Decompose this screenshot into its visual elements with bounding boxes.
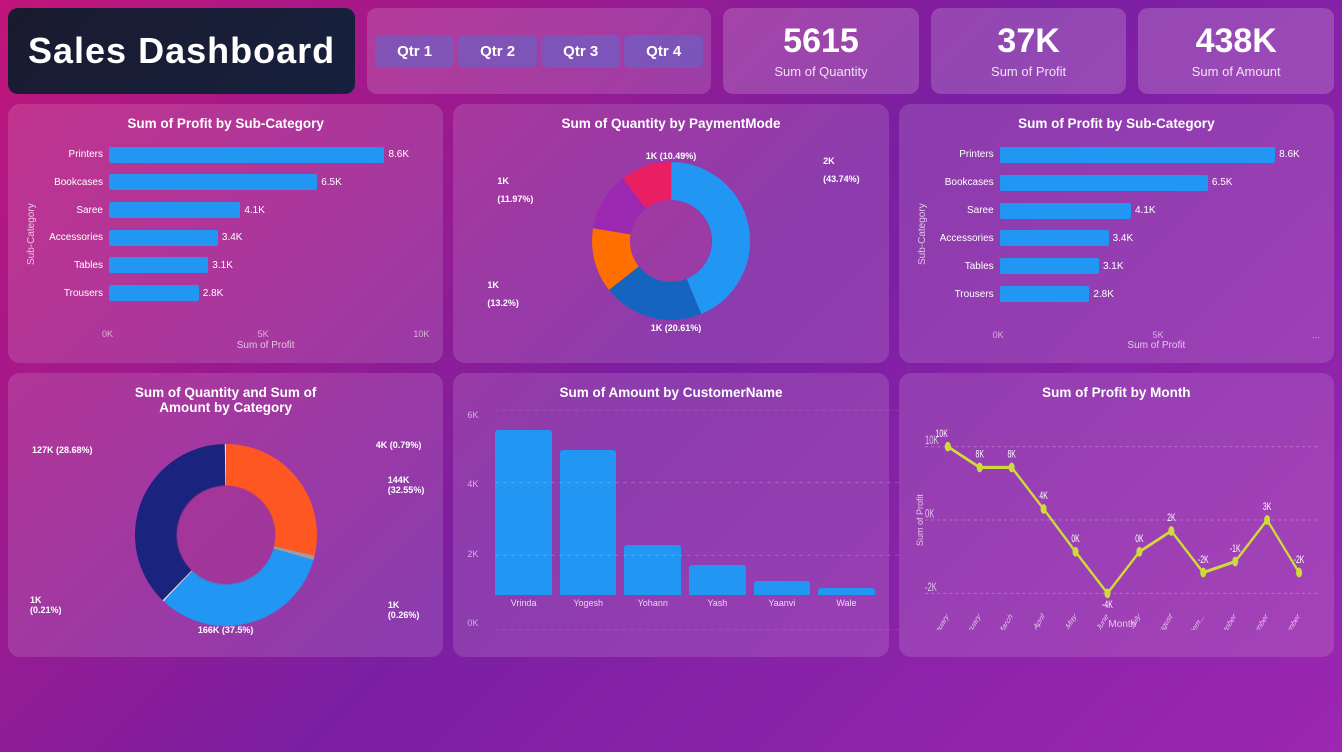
svg-text:-4K: -4K [1102,598,1113,610]
stat-amount: 438K Sum of Amount [1138,8,1334,94]
profit-month-title: Sum of Profit by Month [913,385,1320,400]
amount-customer-card: Sum of Amount by CustomerName 6K 4K 2K 0… [453,373,888,657]
profit-month-chart: Sum of Profit 10K 0K -2K [913,410,1320,630]
line-chart-svg: 10K 0K -2K [925,410,1320,630]
bar-row-saree-left: Saree 4.1K [37,198,429,222]
svg-text:January: January [930,610,951,630]
qtr4-button[interactable]: Qtr 4 [624,35,703,68]
title-box: Sales Dashboard [8,8,355,94]
quarter-filter: Qtr 1 Qtr 2 Qtr 3 Qtr 4 [367,8,711,94]
dashboard-title: Sales Dashboard [28,30,335,72]
profit-subcategory-right-yaxis: Sub-Category [913,141,928,328]
profit-subcategory-right-xaxis: Sum of Profit [993,340,1320,351]
svg-text:-2K: -2K [1293,553,1304,565]
bar-row-bookcases-left: Bookcases 6.5K [37,170,429,194]
stat-amount-value: 438K [1196,23,1277,60]
svg-text:-2K: -2K [1198,553,1209,565]
amount-customer-chart: 6K 4K 2K 0K Vrinda [467,410,874,630]
svg-text:-2K: -2K [925,581,937,594]
profit-subcategory-left-title: Sum of Profit by Sub-Category [22,116,429,131]
svg-text:10K: 10K [935,427,947,439]
gridlines-svg [495,410,902,630]
bar-row-accessories-right: Accessories 3.4K [928,226,1320,250]
profit-subcategory-left-yaxis: Sub-Category [22,141,37,327]
amount-customer-title: Sum of Amount by CustomerName [467,385,874,400]
svg-text:8K: 8K [1007,448,1015,460]
svg-text:0K: 0K [1071,532,1079,544]
bar-row-tables-left: Tables 3.1K [37,253,429,277]
qtr3-button[interactable]: Qtr 3 [541,35,620,68]
quantity-amount-category-title: Sum of Quantity and Sum ofAmount by Cate… [22,385,429,415]
profit-subcategory-left-card: Sum of Profit by Sub-Category Sub-Catego… [8,104,443,363]
quantity-payment-card: Sum of Quantity by PaymentMode 1K (10.49… [453,104,888,363]
quantity-payment-title: Sum of Quantity by PaymentMode [467,116,874,131]
svg-text:3K: 3K [1263,501,1271,513]
bar-row-tables-right: Tables 3.1K [928,254,1320,278]
stat-quantity-label: Sum of Quantity [774,64,867,79]
dashboard-header: Sales Dashboard Qtr 1 Qtr 2 Qtr 3 Qtr 4 … [8,8,1334,94]
profit-subcategory-left-xaxis: Sum of Profit [102,340,429,351]
svg-text:August: August [1155,610,1174,630]
category-donut-svg [116,430,336,640]
svg-text:December: December [1276,611,1301,630]
profit-subcategory-right-card: Sum of Profit by Sub-Category Sub-Catego… [899,104,1334,363]
qtr2-button[interactable]: Qtr 2 [458,35,537,68]
donut-svg [571,146,771,336]
svg-text:8K: 8K [975,448,983,460]
stat-profit-label: Sum of Profit [991,64,1066,79]
bar-row-saree-right: Saree 4.1K [928,199,1320,223]
profit-month-card: Sum of Profit by Month Sum of Profit 10K… [899,373,1334,657]
svg-text:November: November [1244,611,1269,630]
bar-row-bookcases-right: Bookcases 6.5K [928,171,1320,195]
svg-text:October: October [1217,611,1237,630]
stat-amount-label: Sum of Amount [1192,64,1281,79]
bar-row-printers-right: Printers 8.6K [928,143,1320,167]
bar-row-printers-left: Printers 8.6K [37,143,429,167]
svg-text:0K: 0K [1135,532,1143,544]
svg-text:2K: 2K [1167,512,1175,524]
bar-row-accessories-left: Accessories 3.4K [37,226,429,250]
svg-text:May: May [1064,610,1077,630]
bar-row-trousers-right: Trousers 2.8K [928,282,1320,306]
stat-profit-value: 37K [997,23,1059,60]
bar-row-trousers-left: Trousers 2.8K [37,281,429,305]
quantity-amount-category-card: Sum of Quantity and Sum ofAmount by Cate… [8,373,443,657]
svg-text:February: February [960,610,982,630]
stat-quantity: 5615 Sum of Quantity [723,8,919,94]
profit-month-xaxis: Month [1108,619,1136,630]
svg-text:June: June [1095,611,1109,630]
quantity-payment-donut: 1K (10.49%) 1K(11.97%) 2K(43.74%) 1K(13.… [467,141,874,341]
charts-grid: Sum of Profit by Sub-Category Sub-Catego… [8,104,1334,657]
svg-text:April: April [1032,611,1045,630]
profit-month-yaxis: Sum of Profit [913,410,925,630]
qtr1-button[interactable]: Qtr 1 [375,35,454,68]
svg-text:-1K: -1K [1230,542,1241,554]
svg-text:Septem...: Septem... [1182,611,1205,630]
category-donut: 127K (28.68%) 4K (0.79%) 144K(32.55%) 1K… [22,425,429,645]
stat-quantity-value: 5615 [783,23,859,60]
svg-text:4K: 4K [1039,490,1047,502]
stat-profit: 37K Sum of Profit [931,8,1127,94]
profit-subcategory-right-title: Sum of Profit by Sub-Category [913,116,1320,131]
svg-text:0K: 0K [925,508,934,521]
svg-text:March: March [997,611,1014,630]
